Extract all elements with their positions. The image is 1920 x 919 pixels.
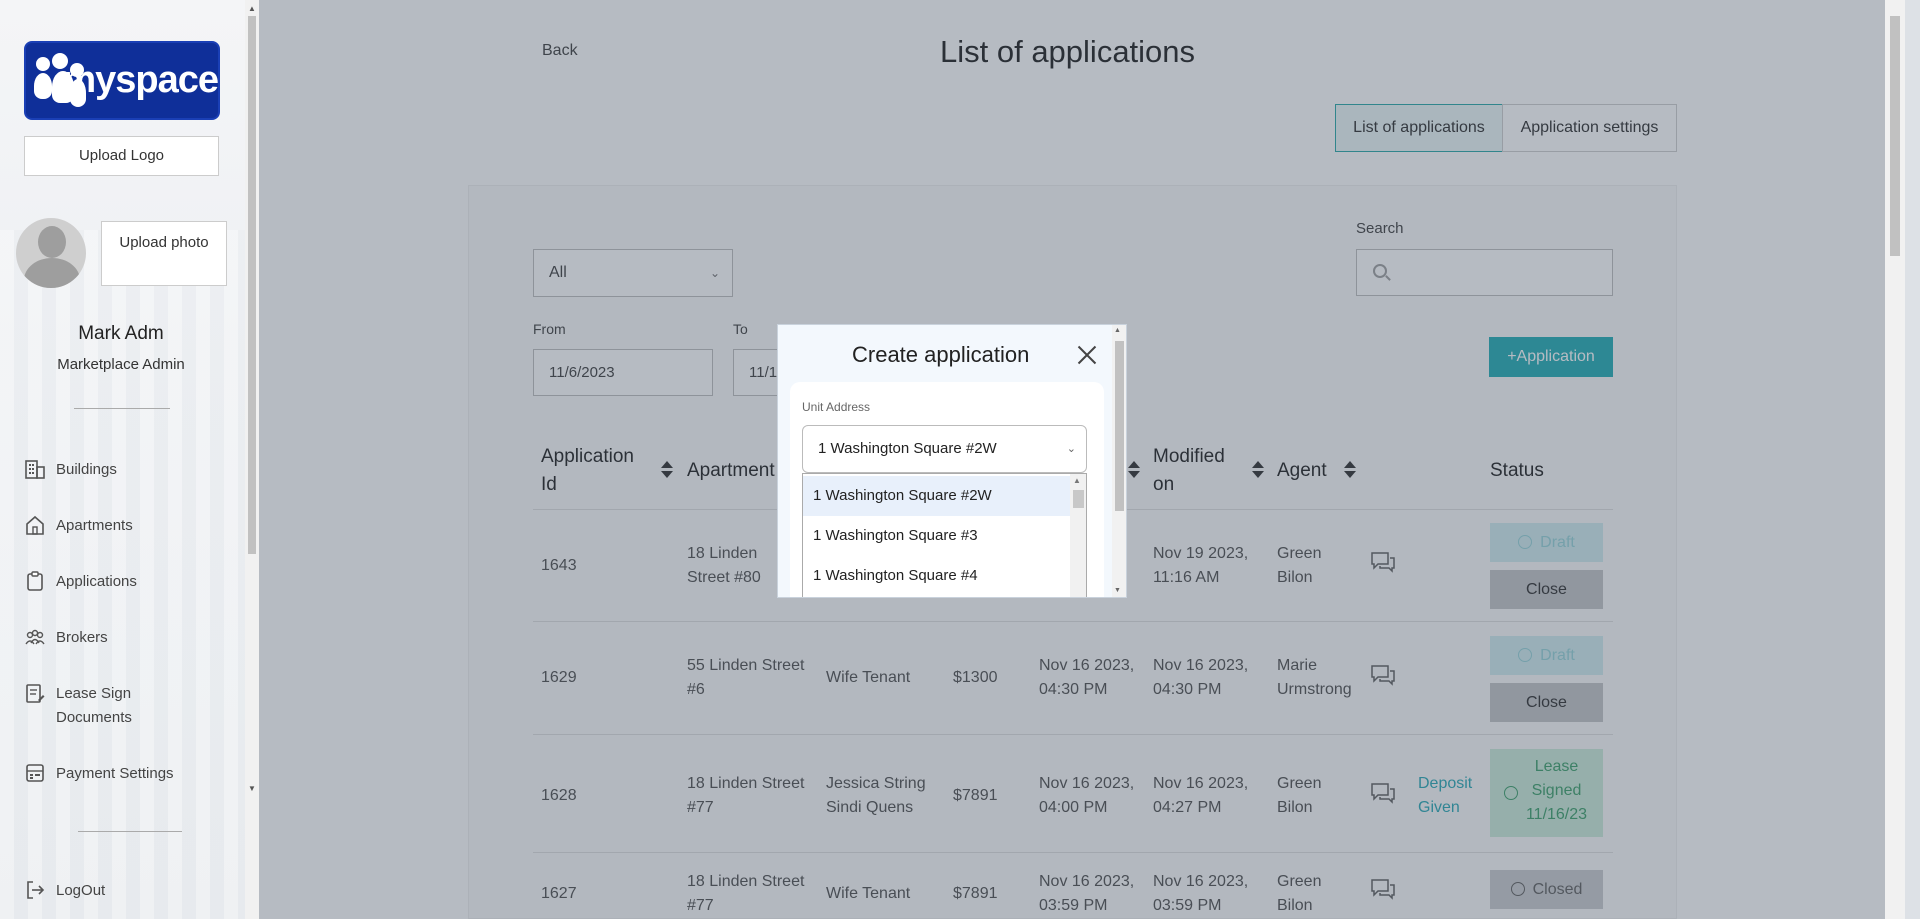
- unit-address-value: 1 Washington Square #2W: [818, 440, 997, 457]
- logo-people-icon: [32, 51, 86, 111]
- dropdown-option[interactable]: 1 Washington Square #3: [803, 516, 1070, 556]
- avatar: [16, 218, 86, 288]
- unit-address-label: Unit Address: [802, 400, 871, 414]
- sidebar-item-label: Payment Settings: [56, 765, 174, 782]
- brand-logo: myspace: [24, 41, 220, 120]
- sidebar-divider: [78, 831, 182, 832]
- sidebar-item-payment-settings[interactable]: Payment Settings: [24, 762, 174, 786]
- sidebar-item-label: LogOut: [56, 882, 106, 899]
- logout-icon: [27, 881, 45, 899]
- home-icon: [26, 515, 44, 535]
- scroll-up-arrow-icon[interactable]: ▲: [1114, 327, 1121, 334]
- create-application-modal: Create application Unit Address 1 Washin…: [777, 324, 1127, 598]
- user-name: Mark Adm: [78, 323, 164, 344]
- dropdown-scrollbar[interactable]: ▲: [1070, 474, 1086, 597]
- page-scrollbar[interactable]: [1885, 0, 1905, 919]
- dropdown-option[interactable]: 1 Washington Square #2W: [803, 476, 1070, 516]
- people-icon: [25, 629, 45, 645]
- user-role: Marketplace Admin: [57, 356, 185, 373]
- sidebar: myspace Upload Logo Upload photo Mark Ad…: [0, 0, 259, 919]
- clipboard-icon: [27, 571, 43, 591]
- sidebar-item-logout[interactable]: LogOut: [24, 879, 105, 903]
- page-scroll-thumb[interactable]: [1890, 16, 1900, 256]
- sidebar-item-label: Brokers: [56, 629, 108, 646]
- sidebar-scrollbar[interactable]: ▲ ▼: [245, 0, 259, 919]
- buildings-icon: [25, 460, 45, 479]
- sidebar-item-label: Buildings: [56, 461, 117, 478]
- dropdown-scroll-thumb[interactable]: [1073, 490, 1084, 508]
- sidebar-item-label: Applications: [56, 573, 137, 590]
- dropdown-option[interactable]: 1 Washington Square #4: [803, 556, 1070, 596]
- payment-settings-icon: [26, 764, 44, 782]
- sidebar-item-applications[interactable]: Applications: [24, 570, 137, 594]
- chevron-down-icon: ⌄: [1066, 443, 1076, 455]
- scroll-down-arrow-icon[interactable]: ▼: [1114, 587, 1121, 594]
- sidebar-item-label: Lease Sign Documents: [56, 685, 132, 726]
- modal-scrollbar[interactable]: ▲ ▼: [1112, 325, 1126, 597]
- close-icon[interactable]: [1074, 342, 1100, 368]
- unit-address-select[interactable]: 1 Washington Square #2W ⌄: [802, 425, 1087, 473]
- sidebar-item-label: Apartments: [56, 517, 133, 534]
- sidebar-item-buildings[interactable]: Buildings: [24, 458, 117, 482]
- sidebar-item-apartments[interactable]: Apartments: [24, 514, 133, 538]
- modal-title: Create application: [852, 342, 1030, 367]
- scroll-up-arrow-icon[interactable]: ▲: [1073, 476, 1081, 485]
- sidebar-scroll-thumb[interactable]: [248, 16, 256, 554]
- scroll-down-arrow-icon[interactable]: ▼: [245, 782, 259, 796]
- document-edit-icon: [26, 684, 45, 703]
- upload-logo-button[interactable]: Upload Logo: [24, 136, 219, 176]
- scroll-up-arrow-icon[interactable]: ▲: [245, 2, 259, 16]
- unit-address-dropdown: 1 Washington Square #2W 1 Washington Squ…: [802, 473, 1087, 597]
- sidebar-item-brokers[interactable]: Brokers: [24, 626, 108, 650]
- modal-scroll-thumb[interactable]: [1115, 341, 1124, 511]
- upload-photo-button[interactable]: Upload photo: [101, 221, 227, 286]
- sidebar-divider: [74, 408, 170, 409]
- sidebar-item-lease-sign-documents[interactable]: Lease Sign Documents: [24, 682, 176, 730]
- window-edge: [1905, 0, 1920, 919]
